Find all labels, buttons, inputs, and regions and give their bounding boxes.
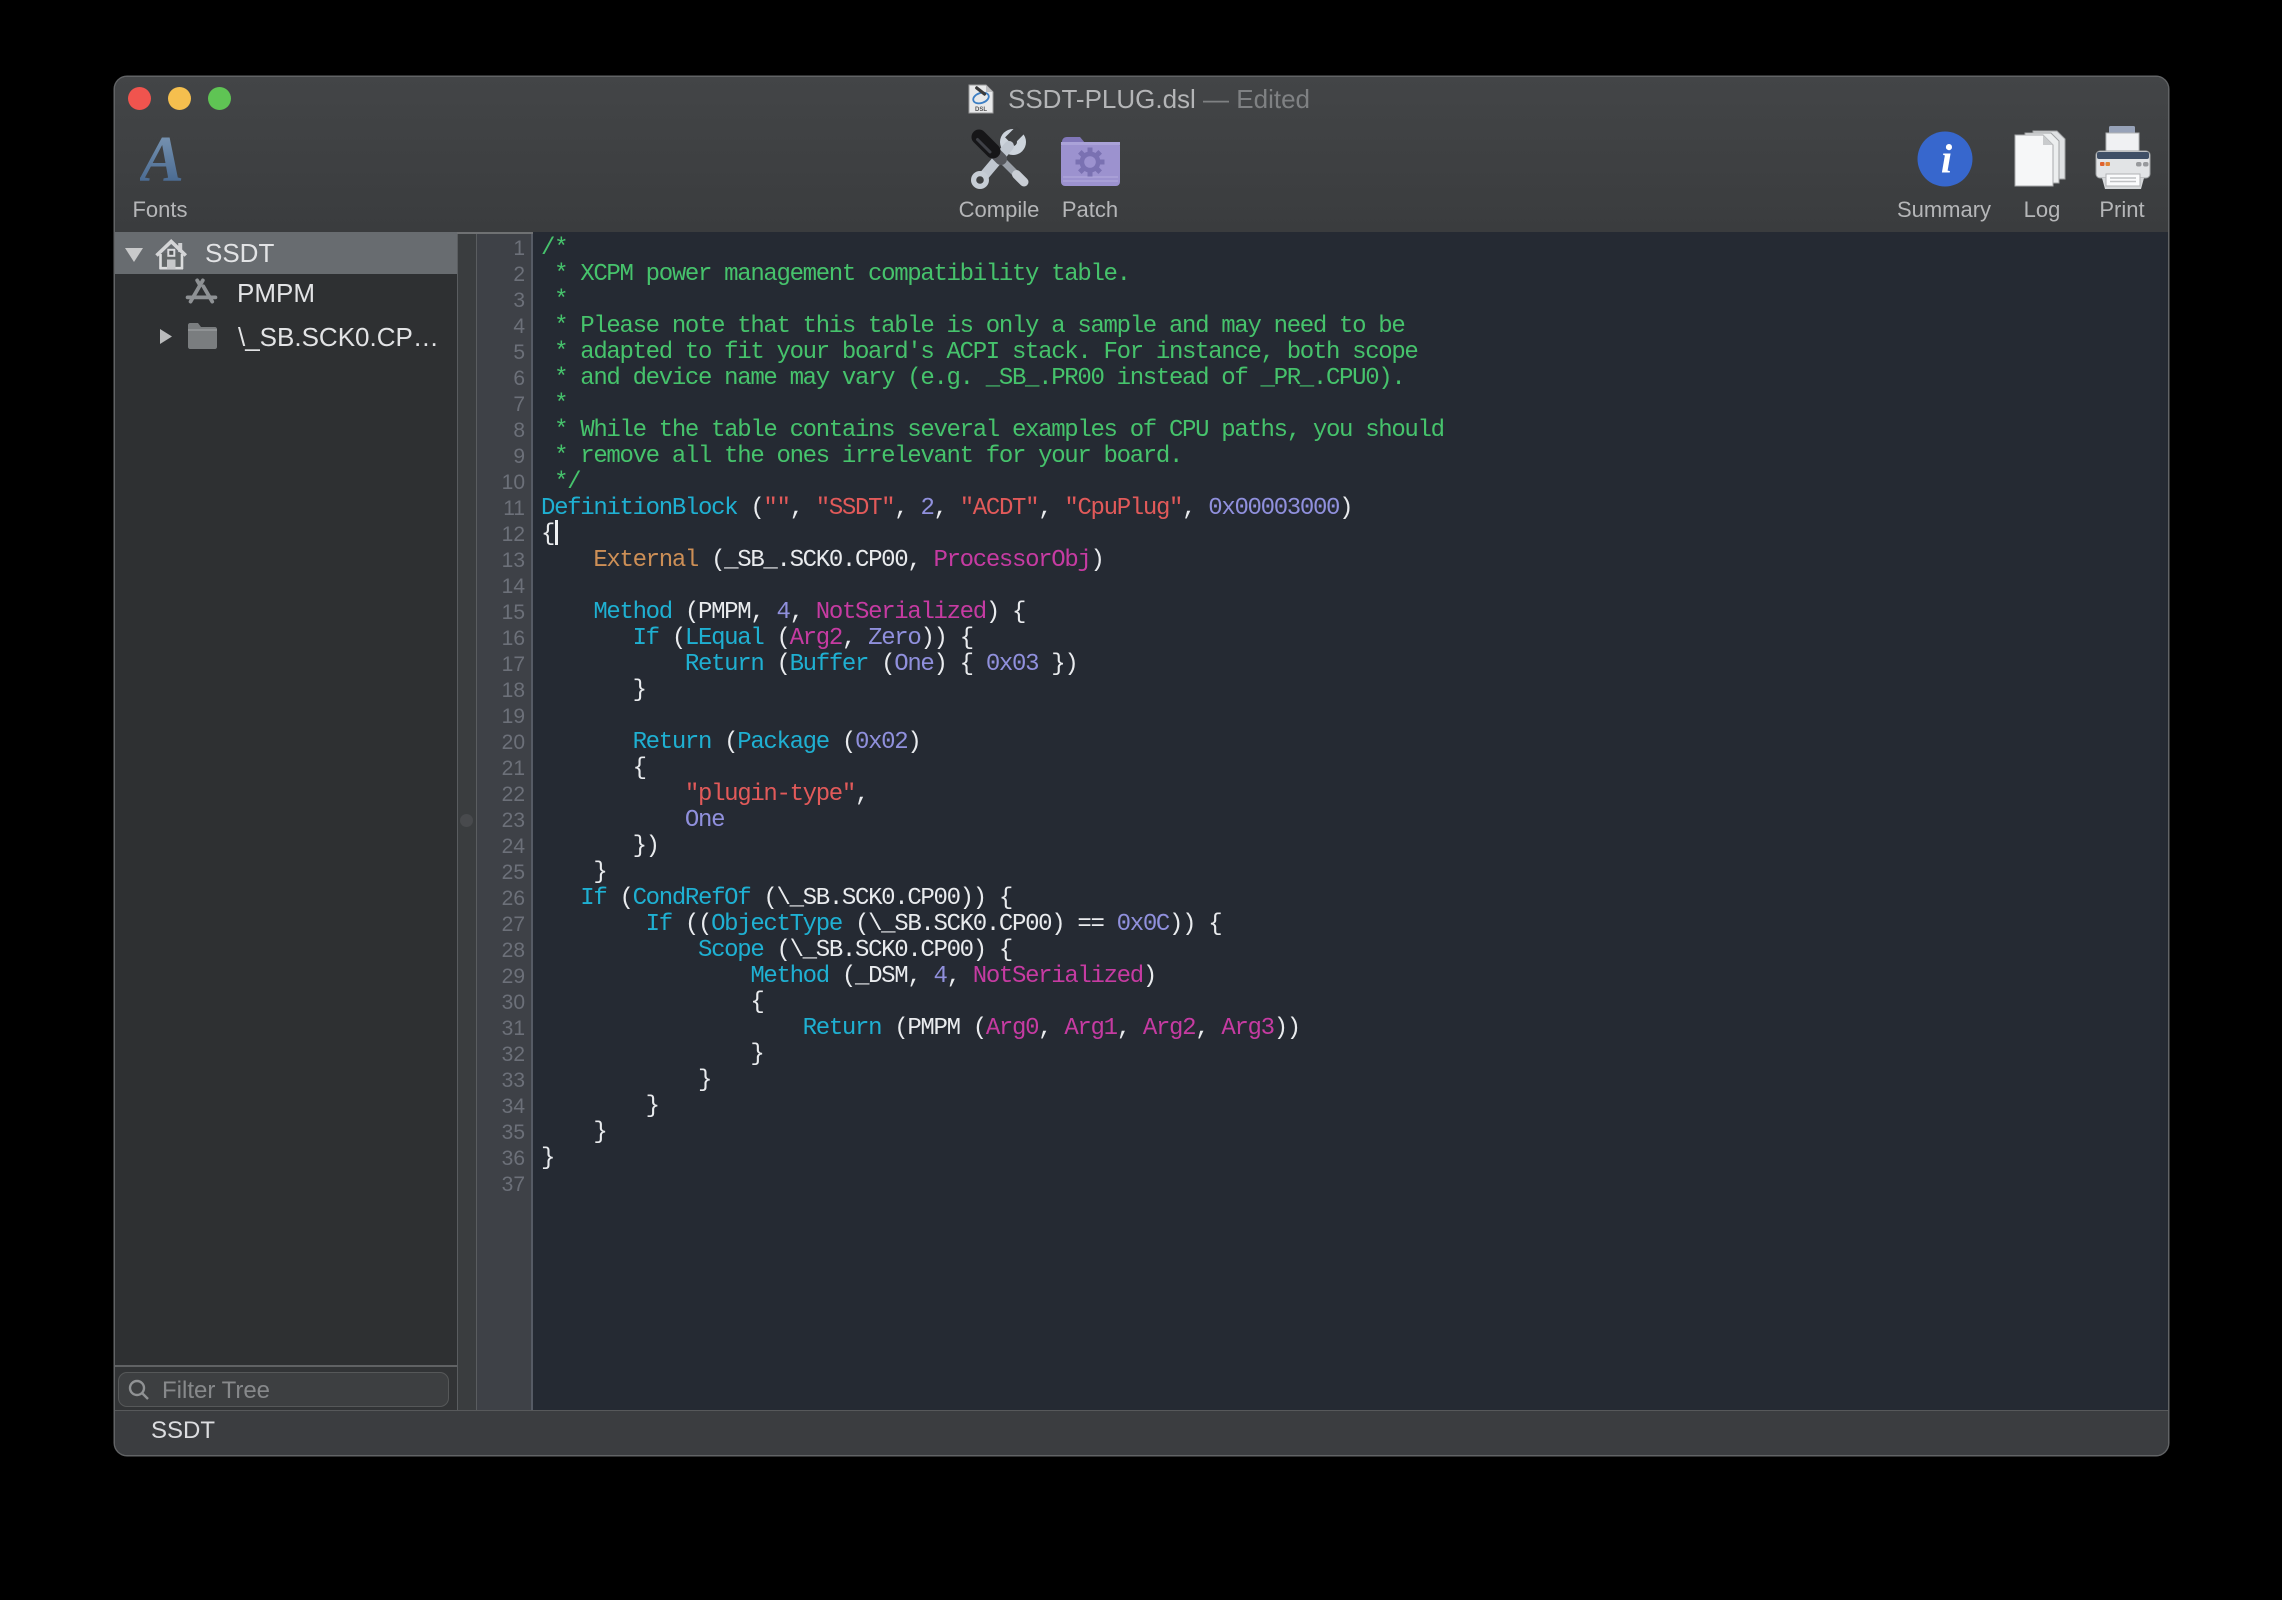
svg-text:DSL: DSL <box>975 107 987 113</box>
svg-text:i: i <box>1941 137 1953 182</box>
